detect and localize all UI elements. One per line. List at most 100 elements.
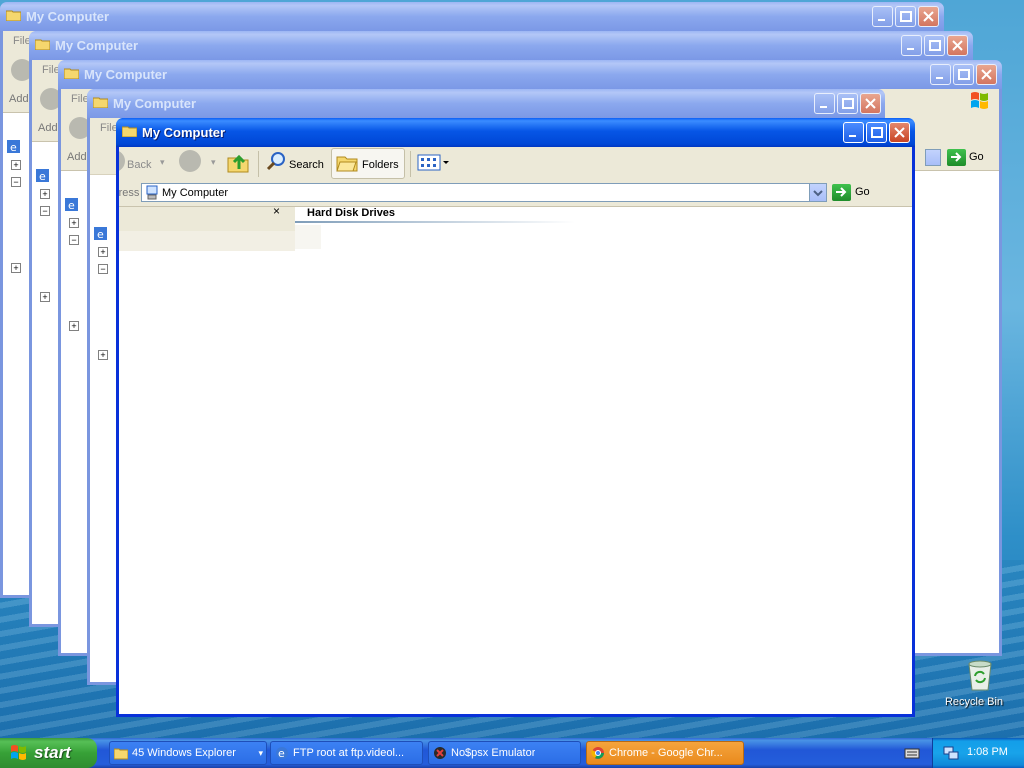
expand-icon[interactable]: +: [11, 263, 21, 273]
address-bar: Address My Computer Go: [119, 181, 912, 207]
task-label: FTP root at ftp.videol...: [293, 747, 405, 759]
clock[interactable]: 1:08 PM: [967, 746, 1008, 758]
close-button[interactable]: [976, 64, 997, 85]
minimize-button[interactable]: [843, 122, 864, 143]
address-dropdown-button[interactable]: [925, 149, 941, 166]
minimize-icon: [849, 135, 856, 137]
address-label: Address: [119, 187, 140, 199]
svg-text:e: e: [10, 141, 17, 153]
minimize-button[interactable]: [872, 6, 893, 27]
expand-icon[interactable]: +: [11, 160, 21, 170]
svg-text:e: e: [278, 747, 285, 760]
explorer-window-front[interactable]: My Computer Back ▾ ▾ Search Folders Addr…: [116, 118, 915, 717]
minimize-button[interactable]: [930, 64, 951, 85]
search-icon[interactable]: [266, 150, 288, 172]
title-bar[interactable]: My Computer: [29, 31, 973, 60]
taskbar-item-nospsx[interactable]: No$psx Emulator: [428, 741, 581, 765]
address-label: Add: [9, 93, 29, 105]
toolbar: Back ▾ ▾ Search Folders: [119, 147, 912, 182]
expand-icon[interactable]: +: [40, 189, 50, 199]
address-input[interactable]: My Computer: [141, 183, 827, 202]
collapse-icon[interactable]: −: [11, 177, 21, 187]
keyboard-icon[interactable]: [904, 747, 920, 759]
folder-icon: [6, 10, 21, 21]
system-tray: 1:08 PM: [932, 738, 1024, 768]
title-bar[interactable]: My Computer: [116, 118, 915, 147]
close-icon: [981, 69, 992, 80]
address-dropdown-button[interactable]: [809, 184, 826, 201]
go-button[interactable]: [832, 184, 851, 201]
task-label: No$psx Emulator: [451, 747, 536, 759]
forward-button[interactable]: [179, 150, 201, 172]
close-icon: [894, 127, 905, 138]
minimize-icon: [907, 48, 914, 50]
maximize-button[interactable]: [866, 122, 887, 143]
minimize-icon: [878, 19, 885, 21]
window-client: Back ▾ ▾ Search Folders Address My Compu…: [119, 147, 912, 714]
close-pane-icon[interactable]: ×: [273, 204, 280, 218]
back-dropdown-icon[interactable]: ▾: [160, 157, 165, 168]
close-button[interactable]: [947, 35, 968, 56]
network-icon[interactable]: [943, 745, 959, 761]
toolbar-separator: [410, 151, 411, 177]
hard-disk-drives-header: Hard Disk Drives: [307, 207, 396, 219]
title-bar[interactable]: My Computer: [0, 2, 944, 31]
minimize-button[interactable]: [901, 35, 922, 56]
recycle-bin[interactable]: Recycle Bin: [945, 658, 1003, 708]
go-arrow-icon: [951, 152, 962, 162]
forward-dropdown-icon[interactable]: ▾: [211, 157, 216, 168]
close-button[interactable]: [889, 122, 910, 143]
close-icon: [865, 98, 876, 109]
maximize-icon: [871, 127, 883, 138]
collapse-icon[interactable]: −: [69, 235, 79, 245]
go-label: Go: [969, 151, 984, 163]
maximize-button[interactable]: [895, 6, 916, 27]
expand-icon[interactable]: +: [69, 218, 79, 228]
back-button[interactable]: [119, 150, 125, 172]
folder-icon: [93, 97, 108, 108]
group-dropdown-icon[interactable]: ▾: [258, 748, 263, 759]
taskbar: start 45 Windows Explorer ▾ e FTP root a…: [0, 738, 1024, 768]
folder-icon: [336, 156, 358, 172]
expand-icon[interactable]: +: [98, 350, 108, 360]
search-button[interactable]: Search: [289, 159, 324, 171]
ie-icon: e: [36, 169, 49, 182]
maximize-icon: [842, 98, 854, 109]
minimize-icon: [820, 106, 827, 108]
close-button[interactable]: [918, 6, 939, 27]
minimize-button[interactable]: [814, 93, 835, 114]
taskbar-item-windows-explorer[interactable]: 45 Windows Explorer ▾: [109, 741, 267, 765]
expand-icon[interactable]: +: [40, 292, 50, 302]
expand-icon[interactable]: +: [69, 321, 79, 331]
title-bar[interactable]: My Computer: [58, 60, 1002, 89]
content-scroll-strip: [295, 225, 321, 249]
maximize-button[interactable]: [837, 93, 858, 114]
windows-logo-icon: [971, 92, 988, 109]
go-arrow-icon: [836, 187, 847, 197]
folders-button[interactable]: Folders: [331, 148, 405, 179]
go-label: Go: [855, 186, 870, 198]
minimize-icon: [936, 77, 943, 79]
folders-label: Folders: [362, 159, 399, 171]
svg-text:e: e: [68, 199, 75, 211]
expand-icon[interactable]: +: [98, 247, 108, 257]
views-icon[interactable]: [417, 153, 451, 173]
close-icon: [952, 40, 963, 51]
folder-icon: [122, 126, 137, 137]
go-button[interactable]: [947, 149, 966, 166]
maximize-button[interactable]: [953, 64, 974, 85]
title-bar[interactable]: My Computer: [87, 89, 885, 118]
close-button[interactable]: [860, 93, 881, 114]
collapse-icon[interactable]: −: [98, 264, 108, 274]
up-folder-icon[interactable]: [226, 150, 250, 174]
ie-icon: e: [65, 198, 78, 211]
taskbar-item-chrome[interactable]: Chrome - Google Chr...: [586, 741, 744, 765]
chevron-down-icon: [813, 190, 823, 197]
maximize-button[interactable]: [924, 35, 945, 56]
toolbar-separator: [258, 151, 259, 177]
taskbar-item-ftp[interactable]: e FTP root at ftp.videol...: [270, 741, 423, 765]
task-label: 45 Windows Explorer: [132, 747, 236, 759]
start-button[interactable]: start: [0, 738, 97, 768]
collapse-icon[interactable]: −: [40, 206, 50, 216]
recycle-bin-label: Recycle Bin: [944, 696, 1004, 708]
